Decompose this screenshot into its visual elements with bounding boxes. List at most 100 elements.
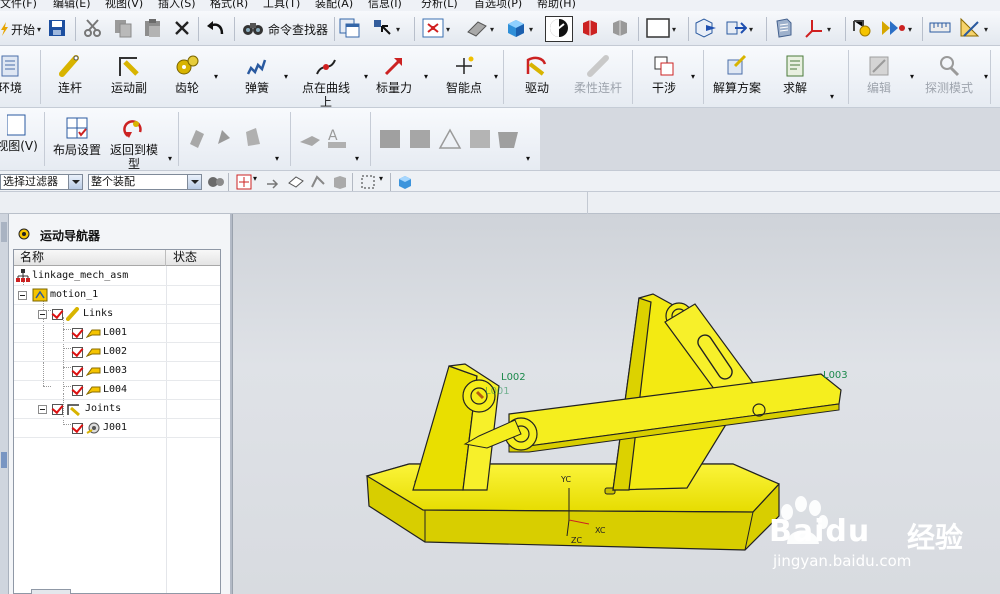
solution-button[interactable]: 解算方案 — [712, 46, 762, 108]
marker-force-button[interactable]: 标量力 ▾ — [374, 46, 428, 108]
chevron-down-icon[interactable]: ▾ — [424, 72, 428, 81]
menu-analysis[interactable]: 分析(L) — [421, 0, 458, 11]
visibility-checkbox[interactable] — [52, 309, 63, 320]
dynamic-section-button[interactable] — [545, 16, 573, 42]
chevron-down-icon[interactable]: ▾ — [275, 154, 279, 163]
shaded-view-button[interactable]: ▾ — [505, 17, 533, 41]
chevron-down-icon[interactable]: ▾ — [214, 72, 218, 81]
return-to-model-button[interactable]: 返回到模型 ▾ — [108, 108, 172, 171]
paste-button[interactable] — [143, 17, 163, 41]
arrow-icon[interactable] — [264, 174, 280, 193]
link-button[interactable]: 连杆 — [50, 46, 90, 108]
delete-button[interactable] — [173, 17, 191, 41]
collapse-icon[interactable] — [38, 405, 47, 414]
left-support[interactable] — [412, 363, 500, 491]
window-button[interactable] — [339, 17, 361, 41]
menu-assembly[interactable]: 装配(A) — [315, 0, 353, 11]
red-block-button[interactable] — [580, 17, 600, 41]
tree-scrollbar-stub[interactable] — [31, 589, 71, 594]
move-component-button[interactable]: ▾ — [725, 17, 753, 41]
collapse-icon[interactable] — [38, 310, 47, 319]
parts-list-button[interactable] — [773, 17, 795, 41]
chevron-down-icon[interactable]: ▾ — [691, 72, 695, 81]
save-button[interactable] — [48, 17, 66, 41]
column-header-status[interactable]: 状态 — [167, 250, 220, 266]
collapse-icon[interactable] — [18, 291, 27, 300]
visibility-checkbox[interactable] — [72, 385, 83, 396]
chevron-down-icon[interactable]: ▾ — [494, 72, 498, 81]
tree-row-motion[interactable]: motion_1 — [14, 286, 220, 305]
tree-row-link[interactable]: L004 — [14, 381, 220, 400]
interference-button[interactable]: 干涉 ▾ — [647, 46, 695, 108]
menu-edit[interactable]: 编辑(E) — [53, 0, 91, 11]
info-button[interactable]: ▾ — [372, 17, 400, 41]
select-face-icon[interactable] — [287, 174, 305, 193]
select-body-icon[interactable] — [331, 174, 349, 193]
tree-row-link[interactable]: L002 — [14, 343, 220, 362]
spring-button[interactable]: 弹簧 ▾ — [240, 46, 288, 108]
tree-row-joint[interactable]: J001 — [14, 419, 220, 438]
menu-information[interactable]: 信息(I) — [368, 0, 402, 11]
gear-button[interactable]: 齿轮 ▾ — [170, 46, 218, 108]
chevron-down-icon[interactable]: ▾ — [355, 154, 359, 163]
assembly-nav-button[interactable] — [694, 17, 718, 41]
visibility-checkbox[interactable] — [72, 328, 83, 339]
menu-help[interactable]: 帮助(H) — [537, 0, 576, 11]
graphics-window[interactable]: L002 L001 L003 YC XC ZC Baidu 经验 jingyan… — [232, 214, 1000, 594]
resource-tab[interactable] — [1, 452, 7, 468]
menu-file[interactable]: 文件(F) — [0, 0, 37, 11]
chevron-down-icon[interactable] — [68, 175, 82, 189]
menu-insert[interactable]: 插入(S) — [158, 0, 196, 11]
point-on-curve-button[interactable]: 点在曲线上 ▾ — [300, 46, 368, 109]
menu-preferences[interactable]: 首选项(P) — [474, 0, 522, 11]
menu-view[interactable]: 视图(V) — [105, 0, 143, 11]
start-button[interactable]: 开始 ▾ — [0, 17, 41, 41]
view-button[interactable]: 视图(V) — [0, 108, 40, 170]
chevron-down-icon[interactable]: ▾ — [379, 174, 383, 183]
navigator-tree[interactable]: 名称 状态 linkage_mech_asm motion_1 Links L0… — [13, 249, 221, 594]
measure-angle-button[interactable]: ▾ — [958, 17, 988, 41]
menu-format[interactable]: 格式(R) — [210, 0, 248, 11]
chevron-down-icon[interactable]: ▾ — [526, 154, 530, 163]
scope-dropdown[interactable]: 整个装配 — [88, 174, 202, 190]
smart-point-button[interactable]: 智能点 ▾ — [444, 46, 498, 108]
driver-button[interactable]: 驱动 — [520, 46, 554, 108]
cut-button[interactable] — [83, 17, 103, 41]
rectangle-select-icon[interactable] — [360, 174, 376, 193]
tree-row-link[interactable]: L003 — [14, 362, 220, 381]
motion-wizard-button[interactable] — [851, 17, 873, 41]
fit-view-button[interactable]: ▾ — [422, 17, 450, 41]
visibility-checkbox[interactable] — [72, 347, 83, 358]
measure-distance-button[interactable] — [929, 17, 951, 41]
chevron-down-icon[interactable]: ▾ — [830, 92, 834, 101]
view-orient-button[interactable]: ▾ — [466, 17, 494, 41]
visibility-checkbox[interactable] — [72, 423, 83, 434]
background-button[interactable]: ▾ — [646, 17, 676, 41]
chevron-down-icon[interactable]: ▾ — [284, 72, 288, 81]
undo-button[interactable] — [206, 17, 226, 41]
csys-button[interactable]: ▾ — [803, 17, 831, 41]
chevron-down-icon[interactable]: ▾ — [253, 174, 257, 183]
menu-tools[interactable]: 工具(T) — [263, 0, 300, 11]
tree-row-assembly[interactable]: linkage_mech_asm — [14, 267, 220, 286]
copy-button[interactable] — [113, 17, 133, 41]
tree-row-links[interactable]: Links — [14, 305, 220, 324]
resource-tab[interactable] — [1, 222, 7, 242]
gray-block-button[interactable] — [610, 17, 630, 41]
tree-row-link[interactable]: L001 — [14, 324, 220, 343]
chevron-down-icon[interactable]: ▾ — [364, 72, 368, 81]
selection-filter-dropdown[interactable]: 选择过滤器 — [0, 174, 83, 190]
filter-settings-icon[interactable] — [207, 174, 225, 193]
joint-button[interactable]: 运动副 — [106, 46, 152, 108]
animation-button[interactable]: ▾ — [880, 17, 912, 41]
command-finder-button[interactable]: 命令查找器 — [242, 17, 328, 41]
snap-point-icon[interactable] — [236, 174, 252, 193]
visibility-checkbox[interactable] — [52, 404, 63, 415]
tree-row-joints[interactable]: Joints — [14, 400, 220, 419]
chevron-down-icon[interactable]: ▾ — [168, 154, 172, 163]
resource-bar[interactable] — [0, 214, 9, 594]
chevron-down-icon[interactable] — [187, 175, 201, 189]
environment-button[interactable]: 环境 — [0, 46, 30, 108]
cube-icon[interactable] — [397, 174, 413, 193]
select-edge-icon[interactable] — [309, 174, 327, 193]
